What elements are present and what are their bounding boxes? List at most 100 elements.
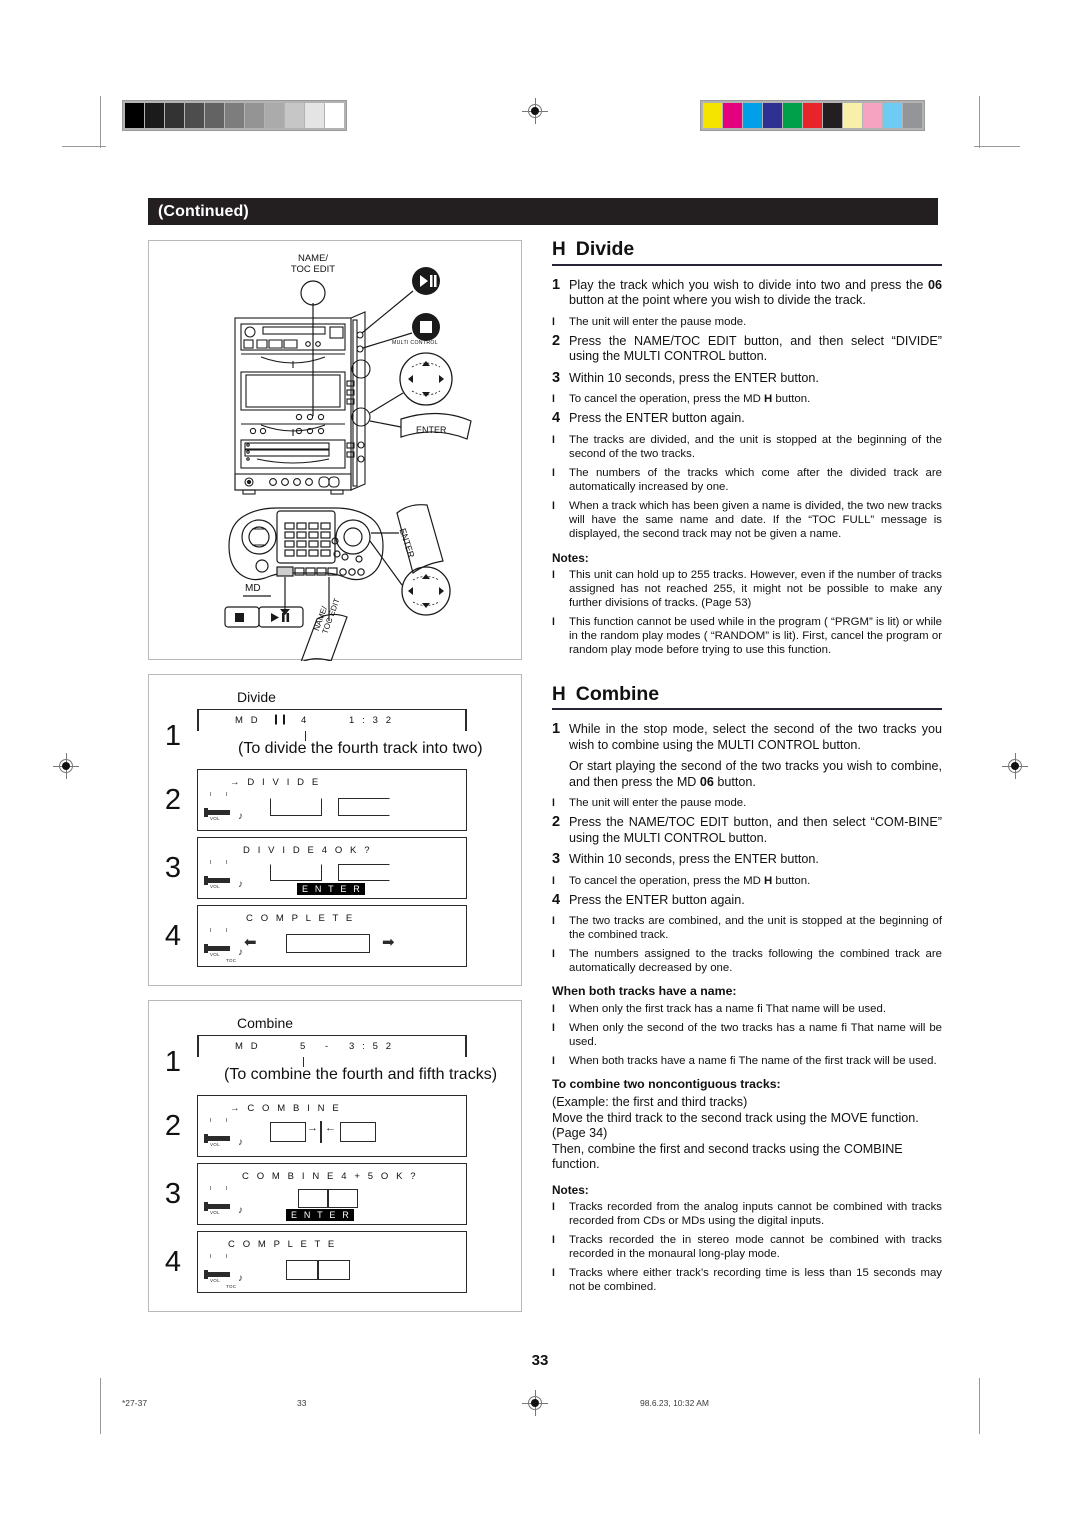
divide-seq-step-3: 3 D I V I D E 4 O K ? VOL ♪ E N T E R [149,837,521,899]
crop-mark-right-top [979,96,980,148]
right-arrow-small-icon: → [307,1122,318,1134]
divide-step-4-num: 4 [552,410,561,426]
gray-swatch-9 [305,103,324,128]
bullet-glyph: l [552,1266,555,1279]
combine-step-1: 1 While in the stop mode, select the sec… [552,721,942,753]
combine-vol-label-2: VOL [210,1142,220,1147]
combine-lcd-1-md: M D [235,1041,261,1052]
label-md: MD [245,583,261,594]
combine-bullet-cancel: l To cancel the operation, press the MD … [552,874,942,888]
bullet-glyph: l [552,1200,555,1213]
combine-sequence-title: Combine [237,1015,294,1031]
divide-bullet-pause-text: The unit will enter the pause mode. [569,315,747,328]
color-swatch-2 [743,103,762,128]
color-calibration-bar [700,100,925,131]
combine-step-1-num: 1 [552,721,561,737]
combine-alt-post: button. [713,774,756,789]
combine-heading-title: Combine [575,682,660,705]
combine-lcd-1-track: 5 [300,1041,308,1052]
divide-result-bullet-2: l The numbers of the tracks which come a… [552,466,942,494]
combine-vol-label-3: VOL [210,1210,220,1215]
divide-result-bullet-1-text: The tracks are divided, and the unit is … [569,433,942,460]
color-swatch-1 [723,103,742,128]
combine-alt-bold: 06 [699,774,714,789]
crop-mark-left-bottom [100,1378,101,1434]
combine-step-2: 2 Press the NAME/TOC EDIT button, and th… [552,814,942,846]
divide-notes-heading: Notes: [552,550,589,565]
divide-lcd-1-time: 1 : 3 2 [349,715,394,726]
music-note-icon: ♪ [238,1273,243,1284]
combine-vol-indicator-2: VOL [204,1127,240,1147]
music-note-icon: ♪ [238,811,243,822]
combine-noncontiguous-line-1: (Example: the first and third tracks) [552,1095,748,1109]
bullet-glyph: l [552,797,555,809]
combine-cancel-bold: H [764,874,773,887]
divide-step-3-num: 3 [552,369,561,386]
combine-step-3-num: 3 [552,851,561,867]
divide-step-3: 3 Within 10 seconds, press the ENTER but… [552,369,942,387]
divide-step-2: 2 Press the NAME/TOC EDIT button, and th… [552,333,942,365]
combine-sequence-diagram: Combine 1 M D 5 - 3 : 5 2 (To combine th… [148,1000,522,1312]
divide-lcd-4-text: C O M P L E T E [246,913,355,924]
combine-note-1-text: Tracks recorded from the analog inputs c… [569,1200,942,1227]
combine-name-subheading: When both tracks have a name: [552,984,737,998]
combine-name-bullet-1-text: When only the first track has a name fi … [569,1003,886,1015]
divide-step-1: 1 Play the track which you wish to divid… [552,277,942,309]
bullet-glyph: l [552,1233,555,1246]
combine-cancel-pre: To cancel the operation, press the MD [569,874,765,887]
combine-bullet-pause-text: The unit will enter the pause mode. [569,797,747,809]
divide-track-box-left-3 [270,864,322,881]
color-swatch-8 [863,103,882,128]
combine-seq-step-2: 2 → C O M B I N E VOL ♪ → ← [149,1095,521,1157]
gray-swatch-6 [245,103,264,128]
combine-track-box-left [270,1122,306,1142]
combine-track-box-a [298,1189,328,1208]
combine-step-4-text: Press the ENTER button again. [569,892,745,907]
divide-seq-step-1: 1 M D ❙❙ 4 1 : 3 2 (To divide the fourth… [149,709,521,763]
combine-notes-heading: Notes: [552,1182,589,1197]
combine-heading-glyph: H [552,683,566,705]
divide-step-1-bold: 06 [927,277,942,292]
left-arrow-small-icon: ← [325,1122,336,1134]
combine-step-2-text: Press the NAME/TOC EDIT button, and then… [569,815,942,845]
divide-seq-caption-1: (To divide the fourth track into two) [238,740,483,757]
gray-swatch-8 [285,103,304,128]
divide-seq-step-2: 2 → D I V I D E VOL ♪ [149,769,521,831]
divide-bullet-pause: l The unit will enter the pause mode. [552,315,942,329]
divide-step-3-text: Within 10 seconds, press the ENTER butto… [569,370,819,385]
combine-step-3-text: Within 10 seconds, press the ENTER butto… [569,852,819,866]
continued-label: (Continued) [158,202,249,220]
manual-page: (Continued) NAME/ TOC EDIT MULTI CONTROL… [0,0,1080,1528]
crop-rule-top-right [974,146,1020,147]
gray-swatch-1 [145,103,164,128]
gray-swatch-0 [125,103,144,128]
combine-result-bullet-2: l The numbers assigned to the tracks fol… [552,947,942,975]
gray-swatch-4 [205,103,224,128]
bullet-glyph: l [552,499,555,512]
print-signature: *27-37 [122,1398,148,1408]
combine-note-3-text: Tracks where either track’s recording ti… [569,1266,942,1293]
bullet-glyph: l [552,393,555,405]
registration-mark-bottom [522,1390,548,1416]
combine-result-bullet-2-text: The numbers assigned to the tracks follo… [569,948,942,974]
divide-heading: H Divide [552,239,942,266]
combine-result-box-b [318,1260,350,1280]
gray-swatch-7 [265,103,284,128]
divide-bullet-cancel-text: To cancel the operation, press the MD H … [569,392,942,406]
combine-name-bullet-2: l When only the second of the two tracks… [552,1021,942,1049]
print-timestamp: 98.6.23, 10:32 AM [640,1398,709,1408]
bullet-glyph: l [552,1055,555,1067]
combine-name-bullet-3: l When both tracks have a name fi The na… [552,1054,942,1068]
combine-bullet-cancel-text: To cancel the operation, press the MD H … [569,874,942,888]
divide-cancel-bold: H [764,393,773,405]
combine-step-1-text: While in the stop mode, select the secon… [569,722,942,752]
combine-track-box-right [340,1122,376,1142]
combine-lcd-3-text: C O M B I N E 4 + 5 O K ? [242,1171,419,1182]
bullet-glyph: l [552,466,555,479]
divide-step-2-text: Press the NAME/TOC EDIT button, and then… [569,333,942,364]
combine-name-bullet-3-text: When both tracks have a name fi The name… [569,1055,937,1067]
combine-seq-step-1: 1 M D 5 - 3 : 5 2 (To combine the fourth… [149,1035,521,1089]
print-folio: 33 [297,1398,307,1408]
divide-vol-indicator-2: VOL [204,801,240,821]
combine-track-box-b [328,1189,358,1208]
